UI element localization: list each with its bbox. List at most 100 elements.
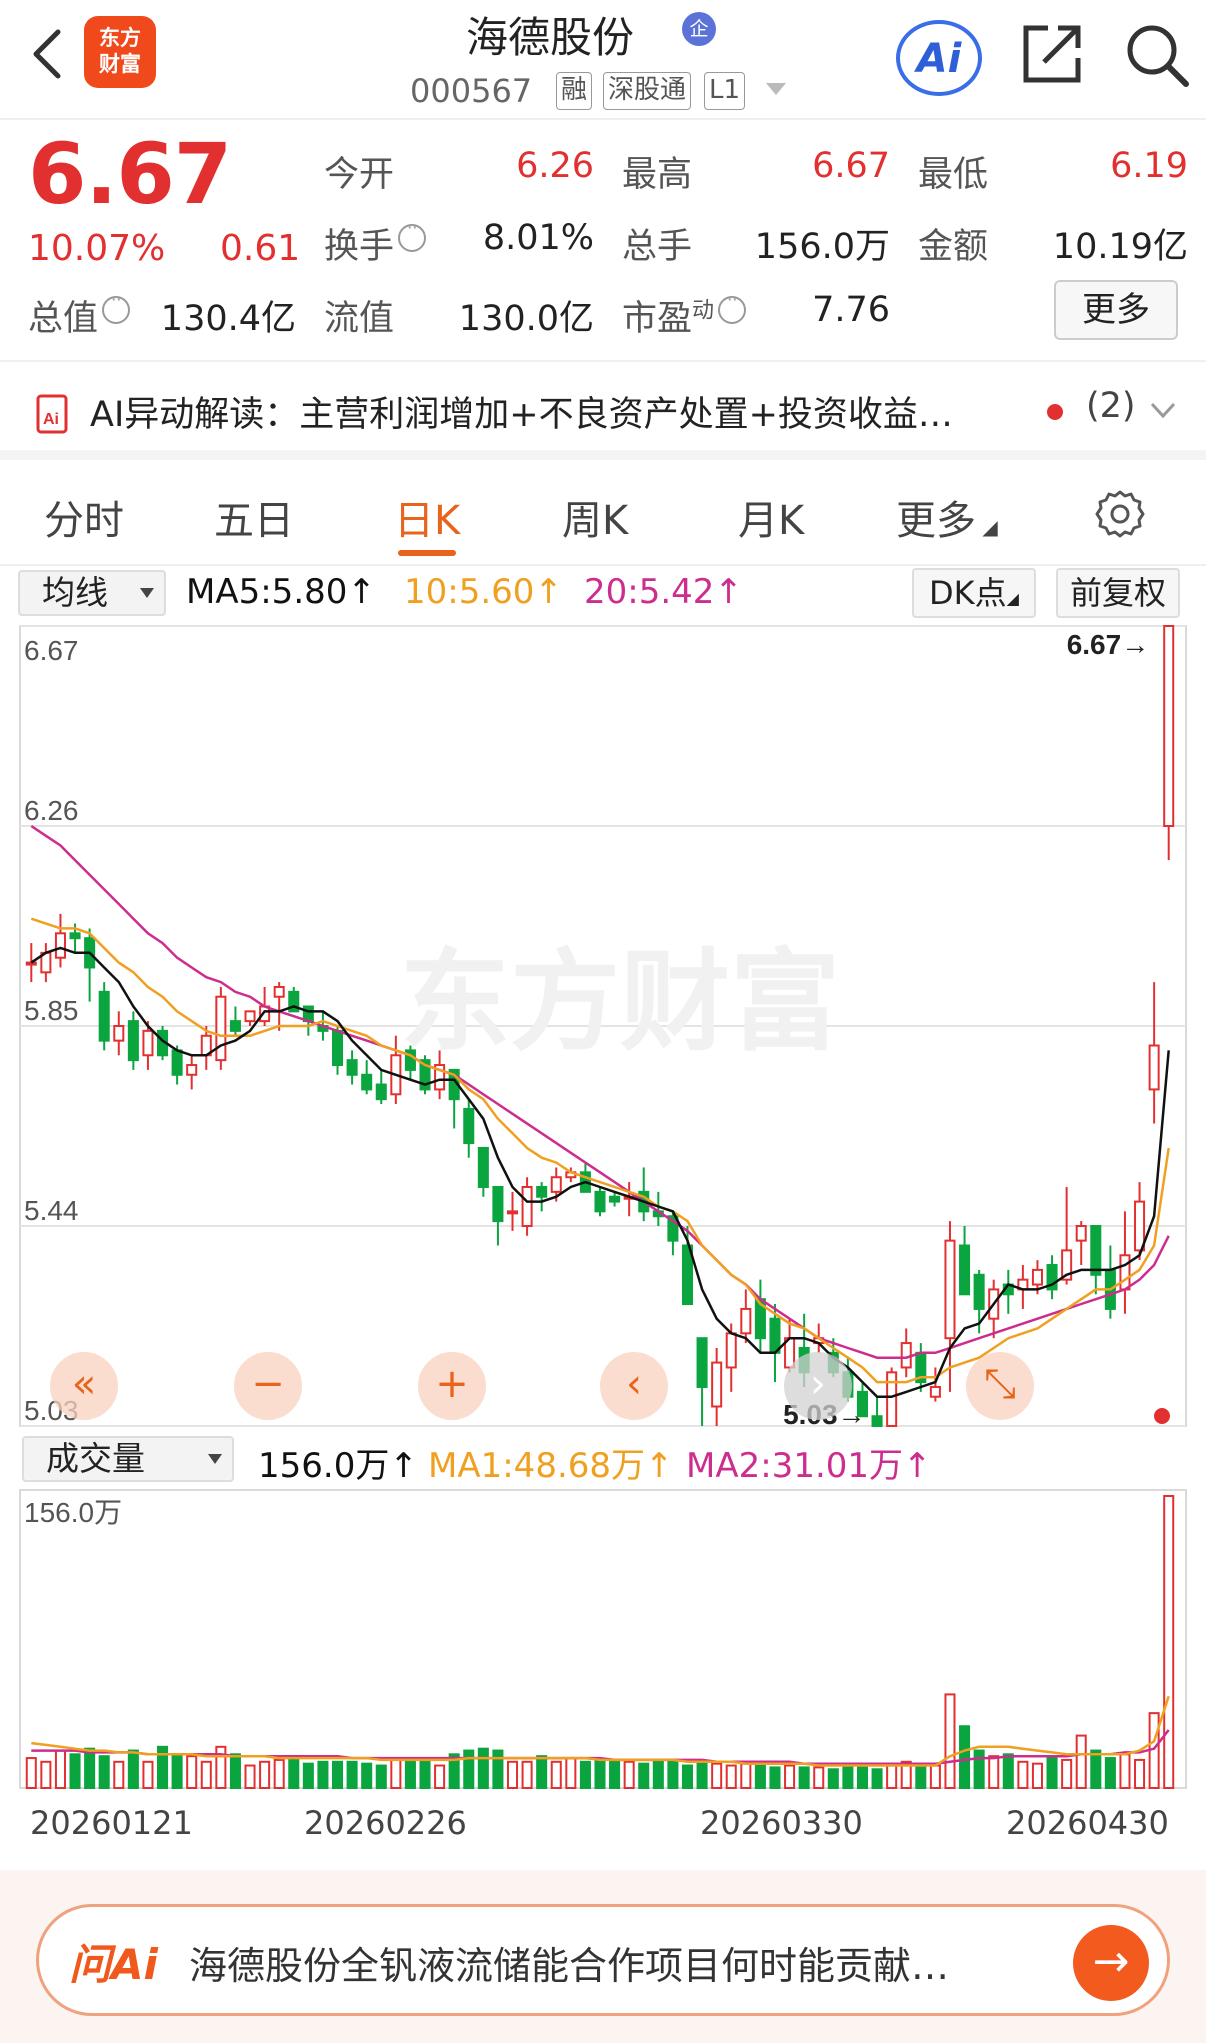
last-price: 6.67	[28, 125, 232, 223]
ai-assistant-button[interactable]: Ai	[896, 20, 982, 96]
volume-bar	[565, 1757, 577, 1789]
candle-down	[171, 1049, 183, 1076]
watermark: 东方财富	[400, 938, 840, 1066]
volume-bar	[1090, 1749, 1102, 1790]
tab-more-label: 更多	[896, 498, 976, 544]
candle-up	[550, 1176, 562, 1193]
volume-bar	[229, 1753, 241, 1789]
candle-up	[521, 1185, 533, 1227]
volume-bar	[711, 1762, 723, 1789]
volume-bar	[69, 1753, 81, 1789]
candle-down	[973, 1273, 985, 1310]
volume-bar	[638, 1762, 650, 1789]
more-quote-button[interactable]: 更多	[1054, 280, 1178, 340]
scroll-left-fast-button[interactable]: «	[50, 1352, 118, 1420]
mktcap-value: 130.4亿	[160, 299, 296, 339]
volume-bar	[1104, 1757, 1116, 1789]
volume-bar	[813, 1766, 825, 1789]
volume-bar	[973, 1749, 985, 1790]
low-value: 6.19	[1110, 146, 1188, 186]
open-value: 6.26	[516, 146, 594, 186]
pe-dynamic-sup: 动	[692, 298, 715, 324]
arrow-right-icon[interactable]: →	[1073, 1925, 1149, 2001]
share-icon[interactable]	[1018, 18, 1088, 88]
candle-up	[1119, 1254, 1131, 1291]
volume-bar	[740, 1762, 752, 1789]
volume-bar	[521, 1760, 533, 1789]
gear-icon[interactable]	[1094, 488, 1146, 540]
volume-bar	[346, 1760, 358, 1789]
high-label: 最高	[622, 155, 693, 195]
volume-bar	[886, 1764, 898, 1789]
candle-down	[696, 1337, 708, 1388]
ma-indicator-bar: 均线 MA5:5.80↑ 10:5.60↑ 20:5.42↑ DK点◢ 前复权	[0, 566, 1206, 622]
tab-monthly-k[interactable]: 月K	[738, 488, 804, 546]
volume-bar	[1163, 1495, 1175, 1789]
candle-down	[331, 1029, 344, 1067]
date-axis: 20260121 20260226 20260330 20260430	[0, 1800, 1206, 1850]
volume-label: 156.0万↑	[258, 1446, 418, 1486]
chevron-down-icon[interactable]	[1148, 398, 1178, 422]
tab-more[interactable]: 更多 ◢	[896, 488, 998, 546]
zoom-out-button[interactable]: −	[234, 1352, 302, 1420]
tab-daily-k[interactable]: 日K	[394, 488, 460, 546]
volume-bar	[594, 1758, 606, 1789]
tag-margin: 融	[556, 72, 593, 110]
volume-indicator-bar: 成交量 156.0万↑ MA1:48.68万↑ MA2:31.01万↑	[0, 1432, 1206, 1488]
volume-bar	[171, 1753, 183, 1789]
tab-five-day[interactable]: 五日	[214, 488, 294, 546]
volume-bar	[463, 1749, 475, 1790]
volume-bar	[623, 1760, 635, 1789]
volume-bar	[273, 1758, 285, 1789]
dk-point-button[interactable]: DK点◢	[912, 568, 1036, 618]
open-label: 今开	[324, 155, 395, 195]
date-label: 20260121	[30, 1804, 193, 1842]
change-amount: 0.61	[220, 228, 301, 269]
volume-bar	[157, 1745, 169, 1790]
volume-bar	[142, 1760, 154, 1789]
tab-intraday[interactable]: 分时	[44, 488, 124, 546]
volume-indicator-dropdown[interactable]: 成交量	[22, 1436, 234, 1482]
volume-bar	[492, 1749, 504, 1790]
live-dot	[1154, 1408, 1170, 1424]
candle-down	[492, 1185, 504, 1223]
volume-bar	[856, 1766, 869, 1789]
candle-up	[54, 932, 66, 959]
volume-value: 156.0万	[754, 227, 890, 267]
volume-bar	[1075, 1734, 1087, 1789]
mktcap-info-icon[interactable]	[102, 290, 131, 324]
volume-bar	[215, 1745, 227, 1790]
zoom-in-button[interactable]: +	[418, 1352, 486, 1420]
search-icon[interactable]	[1122, 20, 1192, 90]
candle-down	[463, 1107, 475, 1145]
scroll-right-button[interactable]: ›	[784, 1352, 852, 1420]
volume-bar	[609, 1758, 621, 1789]
candle-down	[609, 1195, 621, 1203]
candle-up	[725, 1332, 737, 1369]
float-label: 流值	[324, 299, 395, 339]
candle-up	[1134, 1200, 1146, 1252]
volume-bar	[652, 1760, 664, 1789]
turnover-info-icon[interactable]	[398, 218, 427, 252]
tab-weekly-k[interactable]: 周K	[562, 488, 628, 546]
fullscreen-button[interactable]: ⤡	[966, 1352, 1034, 1420]
candle-up	[1163, 625, 1175, 827]
scroll-left-button[interactable]: ‹	[600, 1352, 668, 1420]
ask-ai-bar[interactable]: 问Ai 海德股份全钒液流储能合作项目何时能贡献… →	[36, 1904, 1170, 2016]
stock-code: 000567	[410, 72, 533, 110]
volume-chart[interactable]: 156.0万	[0, 1486, 1206, 1796]
candlestick-chart[interactable]: 6.676.265.855.445.03东方财富6.67→5.03→	[0, 620, 1206, 1432]
chevron-down-icon[interactable]	[764, 80, 788, 98]
candle-up	[929, 1385, 941, 1398]
volume-bar	[579, 1760, 591, 1789]
adjustment-button[interactable]: 前复权	[1056, 568, 1180, 618]
volume-bar	[1031, 1762, 1043, 1789]
indicator-dropdown[interactable]: 均线	[18, 570, 166, 616]
volume-bar	[696, 1760, 708, 1789]
pe-info-icon[interactable]	[718, 290, 747, 324]
volume-bar	[477, 1747, 489, 1790]
back-arrow-icon[interactable]	[24, 22, 72, 86]
period-tabs: 分时 五日 日K 周K 月K 更多 ◢	[0, 470, 1206, 566]
tag-level: L1	[704, 72, 746, 110]
ai-insight-strip[interactable]: Ai AI异动解读：主营利润增加+不良资产处置+投资收益… (2)	[0, 360, 1206, 460]
